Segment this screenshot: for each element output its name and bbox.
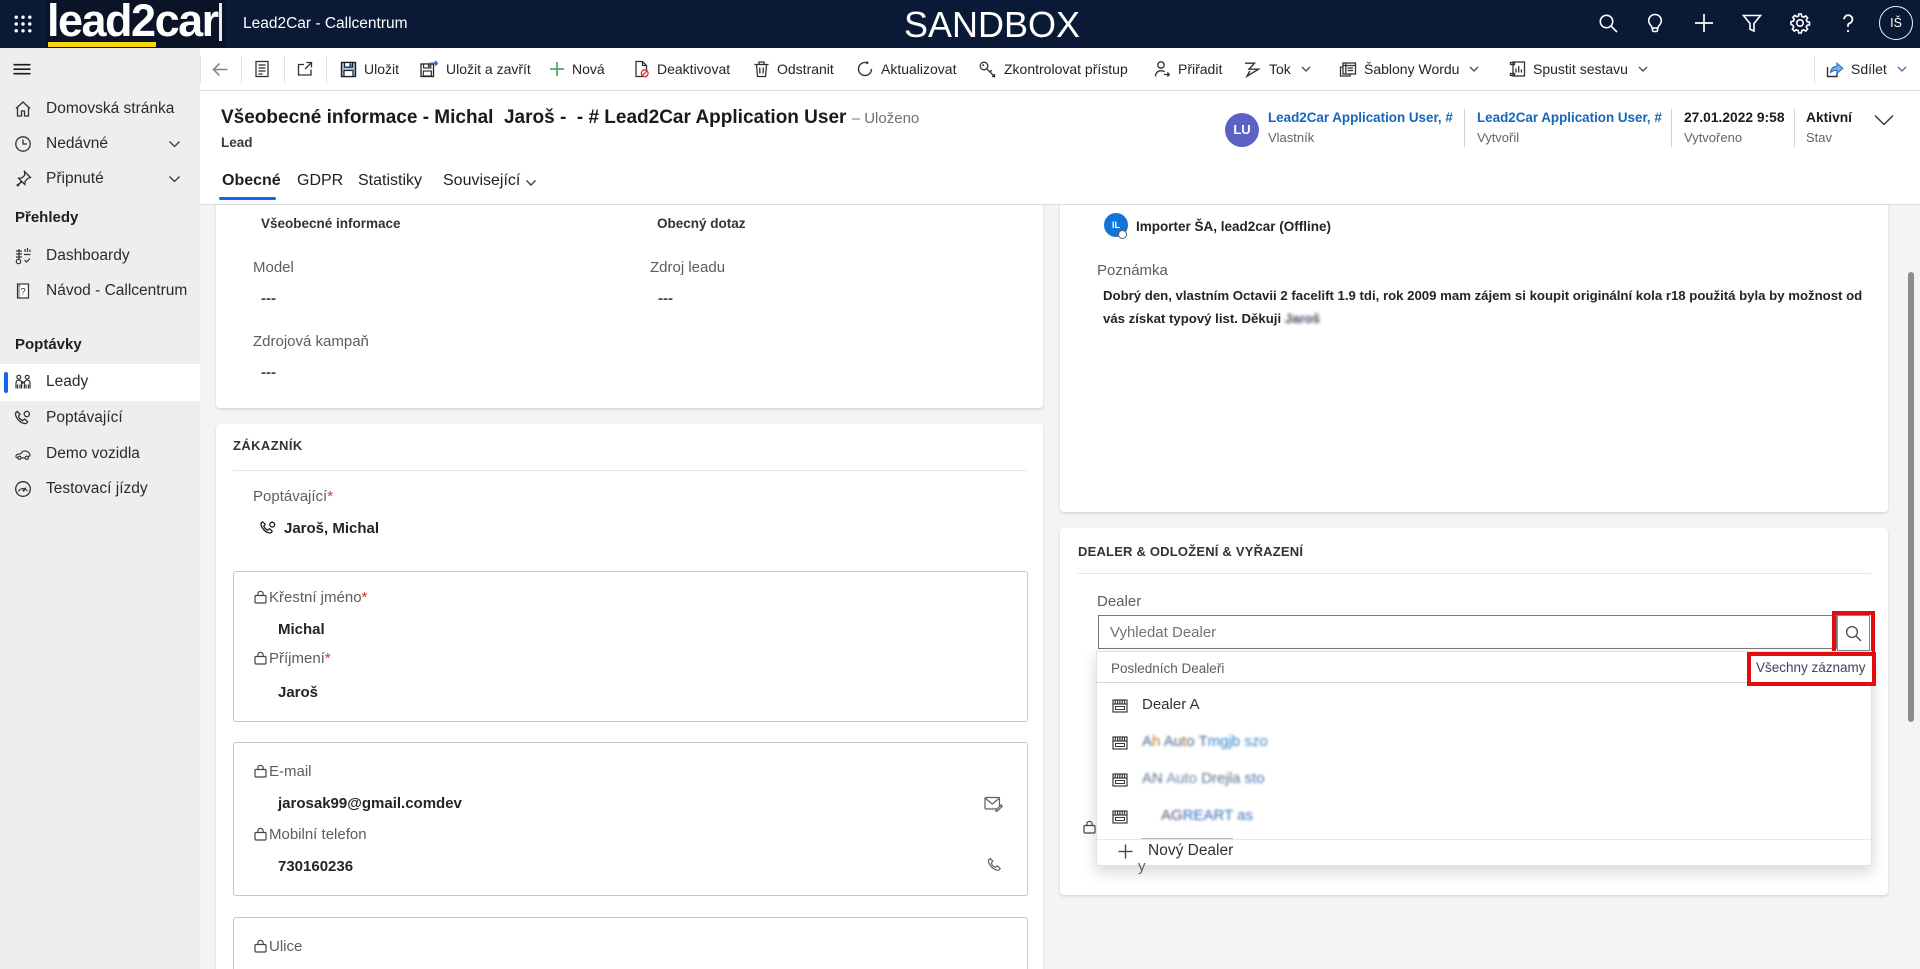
svg-text:?: ? (20, 286, 25, 297)
